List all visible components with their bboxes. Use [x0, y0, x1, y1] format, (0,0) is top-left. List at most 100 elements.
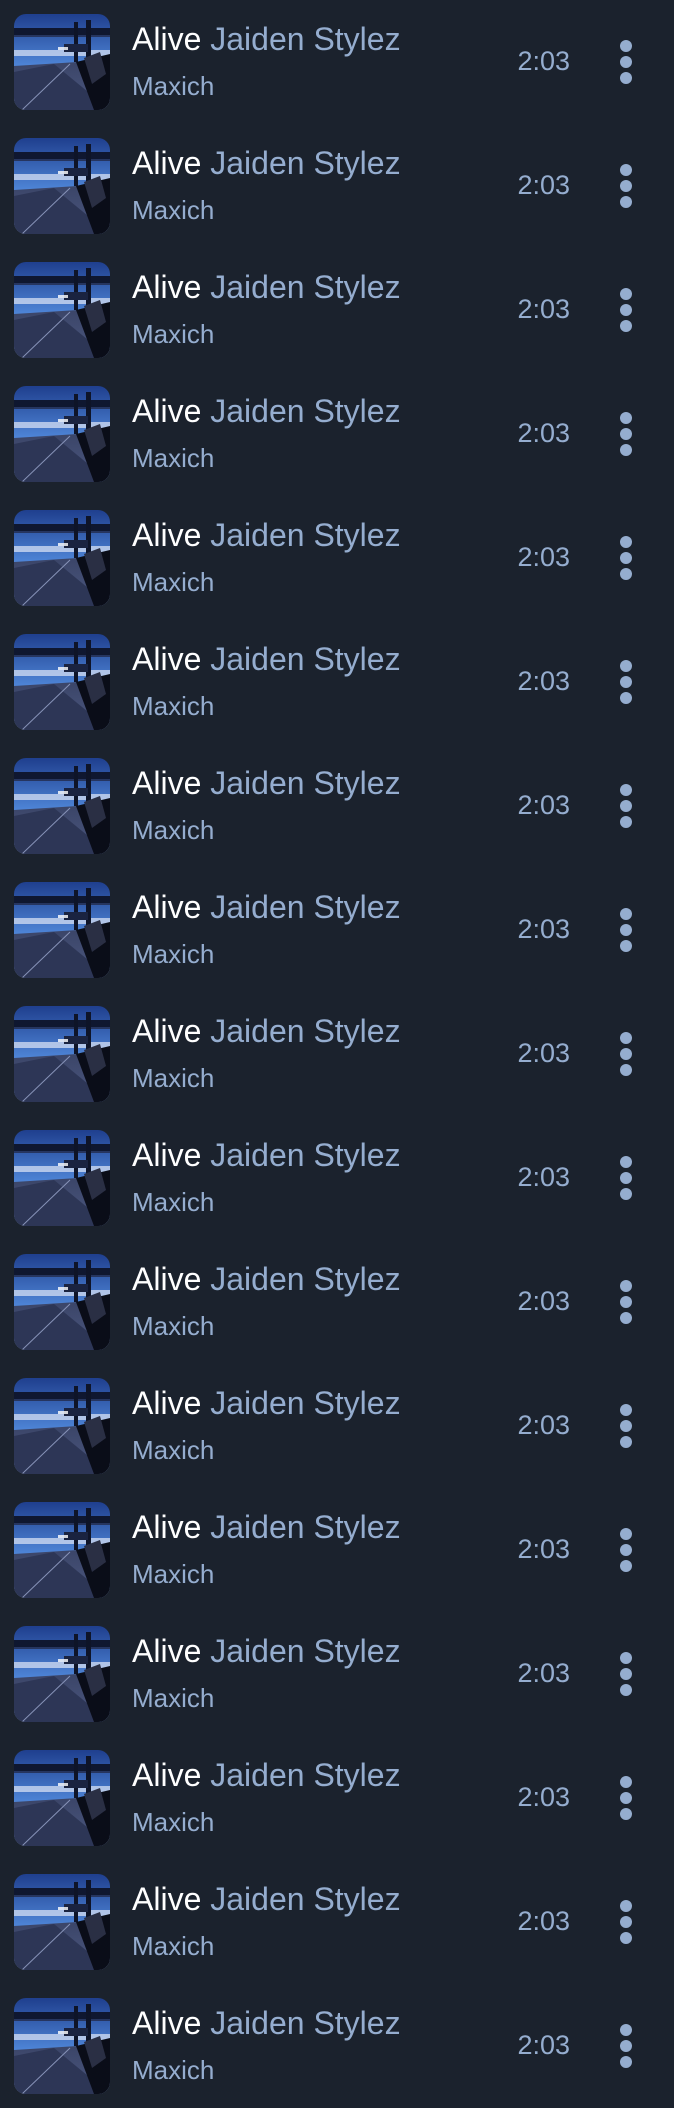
more-options-button[interactable] [604, 36, 648, 88]
track-duration: 2:03 [517, 170, 570, 200]
track-featured-artist: Jaiden Stylez [210, 517, 401, 553]
album-cover-image [14, 1874, 110, 1970]
track-artist: Maxich [132, 1807, 215, 1837]
track-artist: Maxich [132, 1063, 215, 1093]
album-cover [14, 1254, 110, 1350]
track-artist: Maxich [132, 815, 215, 845]
more-vertical-icon [620, 1900, 632, 1912]
track-title: Alive [132, 1757, 202, 1793]
track-featured-artist: Jaiden Stylez [210, 1509, 401, 1545]
more-options-button[interactable] [604, 160, 648, 212]
track-row[interactable]: Alive Jaiden Stylez Maxich 2:03 [0, 1984, 674, 2108]
track-artist: Maxich [132, 1931, 215, 1961]
track-title-line: Alive Jaiden Stylez [132, 20, 401, 58]
more-options-button[interactable] [604, 656, 648, 708]
track-row[interactable]: Alive Jaiden Stylez Maxich 2:03 [0, 0, 674, 124]
track-row[interactable]: Alive Jaiden Stylez Maxich 2:03 [0, 372, 674, 496]
track-duration: 2:03 [517, 790, 570, 820]
track-duration: 2:03 [517, 2030, 570, 2060]
album-cover-image [14, 1006, 110, 1102]
track-featured-artist: Jaiden Stylez [210, 1013, 401, 1049]
track-row[interactable]: Alive Jaiden Stylez Maxich 2:03 [0, 496, 674, 620]
more-vertical-icon [620, 1652, 632, 1664]
track-title-line: Alive Jaiden Stylez [132, 1384, 401, 1422]
more-options-button[interactable] [604, 1400, 648, 1452]
track-duration: 2:03 [517, 1286, 570, 1316]
track-row[interactable]: Alive Jaiden Stylez Maxich 2:03 [0, 1860, 674, 1984]
track-row[interactable]: Alive Jaiden Stylez Maxich 2:03 [0, 1612, 674, 1736]
more-options-button[interactable] [604, 1648, 648, 1700]
more-options-button[interactable] [604, 408, 648, 460]
track-row[interactable]: Alive Jaiden Stylez Maxich 2:03 [0, 1116, 674, 1240]
album-cover-image [14, 138, 110, 234]
more-options-button[interactable] [604, 1524, 648, 1576]
more-options-button[interactable] [604, 532, 648, 584]
track-row[interactable]: Alive Jaiden Stylez Maxich 2:03 [0, 248, 674, 372]
track-title: Alive [132, 2005, 202, 2041]
track-row[interactable]: Alive Jaiden Stylez Maxich 2:03 [0, 620, 674, 744]
more-vertical-icon [620, 1280, 632, 1292]
more-options-button[interactable] [604, 1896, 648, 1948]
track-featured-artist: Jaiden Stylez [210, 1881, 401, 1917]
track-row[interactable]: Alive Jaiden Stylez Maxich 2:03 [0, 1488, 674, 1612]
album-cover-image [14, 510, 110, 606]
album-cover [14, 14, 110, 110]
track-row[interactable]: Alive Jaiden Stylez Maxich 2:03 [0, 124, 674, 248]
album-cover-image [14, 1998, 110, 2094]
track-artist: Maxich [132, 1435, 215, 1465]
track-featured-artist: Jaiden Stylez [210, 765, 401, 801]
more-options-button[interactable] [604, 284, 648, 336]
more-options-button[interactable] [604, 904, 648, 956]
track-row[interactable]: Alive Jaiden Stylez Maxich 2:03 [0, 744, 674, 868]
more-vertical-icon [620, 536, 632, 548]
album-cover-image [14, 882, 110, 978]
album-cover-image [14, 1254, 110, 1350]
album-cover-image [14, 1502, 110, 1598]
album-cover-image [14, 634, 110, 730]
more-vertical-icon [620, 660, 632, 672]
album-cover-image [14, 386, 110, 482]
track-duration: 2:03 [517, 1782, 570, 1812]
album-cover-image [14, 14, 110, 110]
more-vertical-icon [620, 2024, 632, 2036]
more-options-button[interactable] [604, 780, 648, 832]
more-options-button[interactable] [604, 1152, 648, 1204]
more-vertical-icon [620, 40, 632, 52]
track-featured-artist: Jaiden Stylez [210, 1757, 401, 1793]
track-title-line: Alive Jaiden Stylez [132, 2004, 401, 2042]
track-duration: 2:03 [517, 1410, 570, 1440]
track-title: Alive [132, 1633, 202, 1669]
track-featured-artist: Jaiden Stylez [210, 1261, 401, 1297]
more-options-button[interactable] [604, 1276, 648, 1328]
album-cover [14, 262, 110, 358]
track-featured-artist: Jaiden Stylez [210, 2005, 401, 2041]
track-artist: Maxich [132, 691, 215, 721]
more-options-button[interactable] [604, 1028, 648, 1080]
album-cover [14, 1502, 110, 1598]
track-title: Alive [132, 1137, 202, 1173]
track-row[interactable]: Alive Jaiden Stylez Maxich 2:03 [0, 1736, 674, 1860]
track-artist: Maxich [132, 1187, 215, 1217]
track-artist: Maxich [132, 1559, 215, 1589]
track-duration: 2:03 [517, 418, 570, 448]
track-title: Alive [132, 1013, 202, 1049]
track-row[interactable]: Alive Jaiden Stylez Maxich 2:03 [0, 868, 674, 992]
track-title-line: Alive Jaiden Stylez [132, 1756, 401, 1794]
track-title: Alive [132, 765, 202, 801]
album-cover [14, 634, 110, 730]
track-row[interactable]: Alive Jaiden Stylez Maxich 2:03 [0, 1240, 674, 1364]
more-vertical-icon [620, 1776, 632, 1788]
track-featured-artist: Jaiden Stylez [210, 1137, 401, 1173]
track-title: Alive [132, 1881, 202, 1917]
more-vertical-icon [620, 164, 632, 176]
track-row[interactable]: Alive Jaiden Stylez Maxich 2:03 [0, 992, 674, 1116]
track-duration: 2:03 [517, 294, 570, 324]
more-options-button[interactable] [604, 2020, 648, 2072]
track-row[interactable]: Alive Jaiden Stylez Maxich 2:03 [0, 1364, 674, 1488]
album-cover-image [14, 1750, 110, 1846]
album-cover-image [14, 1378, 110, 1474]
album-cover [14, 386, 110, 482]
track-duration: 2:03 [517, 1658, 570, 1688]
track-title: Alive [132, 1385, 202, 1421]
more-options-button[interactable] [604, 1772, 648, 1824]
